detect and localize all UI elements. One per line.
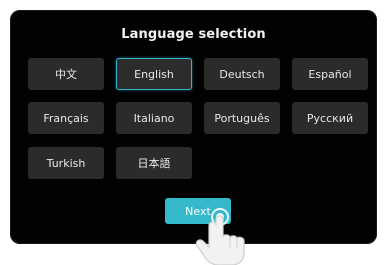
language-option-japanese[interactable]: 日本語 xyxy=(116,147,192,179)
language-option-italiano[interactable]: Italiano xyxy=(116,102,192,134)
hand-pointer-icon xyxy=(195,208,245,265)
language-option-chinese[interactable]: 中文 xyxy=(28,58,104,90)
language-option-russian[interactable]: Русский xyxy=(292,102,368,134)
stage: Language selection 中文 English Deutsch Es… xyxy=(0,0,387,265)
page-title: Language selection xyxy=(121,27,266,42)
language-option-english[interactable]: English xyxy=(116,58,192,90)
language-option-espanol[interactable]: Español xyxy=(292,58,368,90)
language-option-portugues[interactable]: Português xyxy=(204,102,280,134)
language-option-francais[interactable]: Français xyxy=(28,102,104,134)
language-option-deutsch[interactable]: Deutsch xyxy=(204,58,280,90)
language-option-turkish[interactable]: Turkish xyxy=(28,147,104,179)
